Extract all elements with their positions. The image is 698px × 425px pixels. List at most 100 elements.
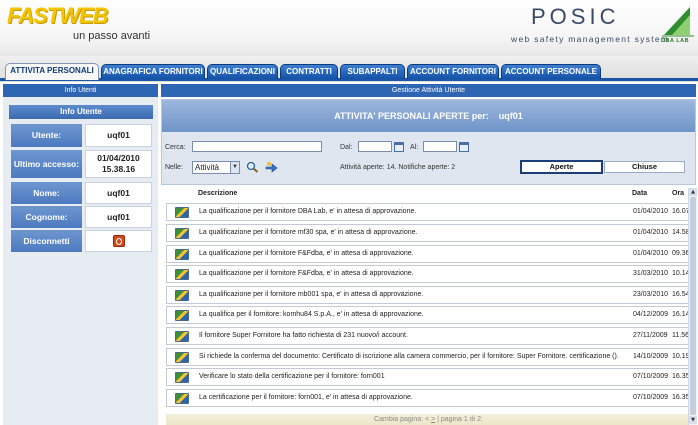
app-header: FASTWEB un passo avanti POSIC web safety… [0, 0, 698, 56]
activity-icon[interactable] [175, 290, 189, 301]
search-icon[interactable] [246, 161, 259, 173]
activity-list: Descrizione Data Ora La qualificazione p… [161, 187, 696, 425]
scrollbar-thumb[interactable] [690, 197, 696, 415]
activity-row[interactable]: Il fornitore Super Fornitore ha fatto ri… [166, 327, 691, 345]
username-value: uqf01 [85, 124, 152, 147]
activity-description: Si richiede la conferma del documento: C… [199, 353, 619, 360]
scroll-down-icon[interactable]: ▼ [689, 416, 697, 424]
to-date-input[interactable] [423, 141, 457, 152]
dba-lab-label: DBA LAB [661, 38, 690, 44]
reset-filter-icon[interactable] [265, 161, 278, 173]
column-time[interactable]: Ora [672, 190, 684, 197]
activity-time: 09.36 [672, 250, 690, 257]
user-info-title: Info Utente [9, 105, 153, 119]
pagination-prev[interactable]: Cambia pagina: < [374, 416, 429, 423]
activity-description: Il fornitore Super Fornitore ha fatto ri… [199, 332, 408, 339]
activity-description: La qualificazione per il fornitore F&Fdb… [199, 270, 414, 277]
search-label: Cerca: [165, 144, 186, 151]
activity-icon[interactable] [175, 310, 189, 321]
activity-row[interactable]: La qualificazione per il fornitore F&Fdb… [166, 265, 691, 283]
activity-row[interactable]: La qualificazione per il fornitore mb001… [166, 286, 691, 304]
activity-icon[interactable] [175, 352, 189, 363]
app-subtitle: web safety management system [511, 34, 670, 44]
fastweb-logo[interactable]: FASTWEB [7, 3, 109, 29]
activity-icon[interactable] [175, 372, 189, 383]
tab-qualificazioni[interactable]: QUALIFICAZIONI [207, 64, 278, 79]
app-title: POSIC [531, 4, 620, 29]
activity-time: 16.54 [672, 291, 690, 298]
tab-account-fornitori[interactable]: ACCOUNT FORNITORI [407, 64, 499, 79]
tab-attivita-personali[interactable]: ATTIVITA PERSONALI [5, 63, 99, 80]
activity-description: La qualificazione per il fornitore DBA L… [199, 208, 417, 215]
activity-row[interactable]: La qualificazione per il fornitore DBA L… [166, 203, 691, 221]
from-date-label: Dal: [340, 144, 353, 151]
search-in-value: Attività [195, 163, 220, 172]
closed-activities-button[interactable]: Chiuse [604, 161, 685, 173]
power-icon[interactable] [112, 235, 125, 247]
pagination-page-info: pagina 1 di 2. [440, 416, 483, 423]
activity-row[interactable]: La qualificazione per il fornitore mf30 … [166, 224, 691, 242]
activity-icon[interactable] [175, 269, 189, 280]
column-description[interactable]: Descrizione [198, 190, 237, 197]
activity-filter-panel: ATTIVITA' PERSONALI APERTE per: uqf01 Ce… [161, 99, 696, 185]
search-input[interactable] [192, 141, 322, 152]
activity-icon[interactable] [175, 331, 189, 342]
activity-row[interactable]: Verificare lo stato della certificazione… [166, 368, 691, 386]
activity-time: 10.19 [672, 353, 690, 360]
column-date[interactable]: Data [632, 190, 647, 197]
pagination: Cambia pagina: < > | pagina 1 di 2. [166, 414, 691, 425]
activity-row[interactable]: Si richiede la conferma del documento: C… [166, 348, 691, 366]
activity-date: 01/04/2010 [633, 229, 669, 236]
activity-date: 23/03/2010 [633, 291, 669, 298]
calendar-icon[interactable] [394, 142, 404, 152]
tab-anagrafica-fornitori[interactable]: ANAGRAFICA FORNITORI [101, 64, 205, 79]
last-access-value: 01/04/2010 15.38.16 [85, 150, 152, 178]
activity-date: 14/10/2009 [633, 353, 669, 360]
activity-icon[interactable] [175, 249, 189, 260]
logout-cell [85, 230, 152, 252]
activity-icon[interactable] [175, 393, 189, 404]
search-in-label: Nelle: [165, 164, 183, 171]
tab-subappalti[interactable]: SUBAPPALTI [340, 64, 405, 79]
activity-time: 16.35 [672, 394, 690, 401]
activity-description: Verificare lo stato della certificazione… [199, 373, 385, 380]
first-name-value: uqf01 [85, 182, 152, 204]
scroll-up-icon[interactable]: ▲ [689, 188, 697, 196]
activity-description: La qualificazione per il fornitore mf30 … [199, 229, 418, 236]
activity-icon[interactable] [175, 228, 189, 239]
dba-lab-logo-icon [662, 7, 694, 37]
username-label: Utente: [11, 124, 82, 147]
activity-title-user: uqf01 [498, 111, 523, 121]
user-info-panel: Info Utenti Info Utente Utente: uqf01 Ul… [3, 84, 158, 425]
activity-row[interactable]: La qualifica per il fornitore: komhu84 S… [166, 306, 691, 324]
calendar-icon[interactable] [459, 142, 469, 152]
activity-description: La qualificazione per il fornitore mb001… [199, 291, 424, 298]
from-date-input[interactable] [358, 141, 392, 152]
activity-description: La qualificazione per il fornitore F&Fdb… [199, 250, 414, 257]
tab-account-personale[interactable]: ACCOUNT PERSONALE [501, 64, 601, 79]
search-in-select[interactable]: Attività ▼ [192, 161, 240, 174]
activity-icon[interactable] [175, 207, 189, 218]
last-name-value: uqf01 [85, 206, 152, 228]
activity-date: 31/03/2010 [633, 270, 669, 277]
activity-time: 16.14 [672, 311, 690, 318]
vertical-scrollbar[interactable]: ▲ ▼ [688, 188, 697, 425]
user-info-panel-header: Info Utenti [3, 84, 158, 97]
activity-time: 16.35 [672, 373, 690, 380]
activity-management-header: Gestione Attività Utente [161, 84, 696, 97]
activity-description: La qualifica per il fornitore: komhu84 S… [199, 311, 424, 318]
pagination-next-link[interactable]: > [431, 416, 435, 423]
activity-title-text: ATTIVITA' PERSONALI APERTE per: [334, 111, 489, 121]
last-name-label: Cognome: [11, 206, 82, 228]
activity-date: 07/10/2009 [633, 373, 669, 380]
activity-row[interactable]: La certificazione per il fornitore: forn… [166, 389, 691, 407]
tab-contratti[interactable]: CONTRATTI [280, 64, 338, 79]
first-name-label: Nome: [11, 182, 82, 204]
activity-row[interactable]: La qualificazione per il fornitore F&Fdb… [166, 245, 691, 263]
open-activities-button[interactable]: Aperte [520, 160, 603, 174]
activity-date: 27/11/2009 [633, 332, 668, 339]
activity-time: 14.58 [672, 229, 690, 236]
fastweb-tagline: un passo avanti [73, 30, 151, 42]
activity-date: 04/12/2009 [633, 311, 669, 318]
activity-panel-title: ATTIVITA' PERSONALI APERTE per: uqf01 [162, 100, 695, 132]
